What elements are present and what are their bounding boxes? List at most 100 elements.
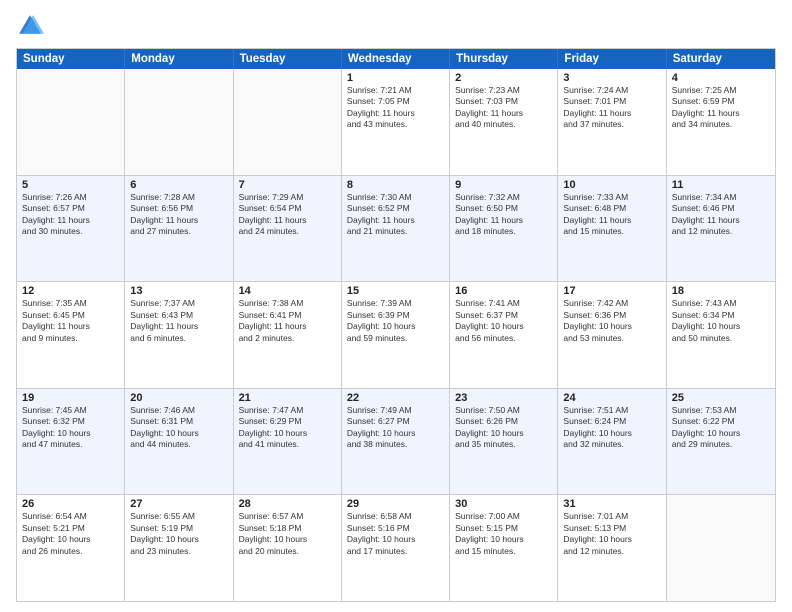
cell-daylight-info: Sunrise: 7:43 AM Sunset: 6:34 PM Dayligh… [672,298,770,344]
day-number: 19 [22,392,119,404]
cal-header-cell: Friday [558,49,666,69]
calendar-cell: 25Sunrise: 7:53 AM Sunset: 6:22 PM Dayli… [667,389,775,495]
day-number: 5 [22,179,119,191]
calendar-week-row: 5Sunrise: 7:26 AM Sunset: 6:57 PM Daylig… [17,175,775,282]
calendar-cell: 22Sunrise: 7:49 AM Sunset: 6:27 PM Dayli… [342,389,450,495]
calendar-week-row: 1Sunrise: 7:21 AM Sunset: 7:05 PM Daylig… [17,69,775,175]
cell-daylight-info: Sunrise: 7:21 AM Sunset: 7:05 PM Dayligh… [347,85,444,131]
calendar-cell: 24Sunrise: 7:51 AM Sunset: 6:24 PM Dayli… [558,389,666,495]
day-number: 9 [455,179,552,191]
day-number: 31 [563,498,660,510]
day-number: 21 [239,392,336,404]
calendar-cell: 30Sunrise: 7:00 AM Sunset: 5:15 PM Dayli… [450,495,558,601]
header [16,12,776,40]
day-number: 23 [455,392,552,404]
day-number: 7 [239,179,336,191]
day-number: 26 [22,498,119,510]
calendar-cell: 21Sunrise: 7:47 AM Sunset: 6:29 PM Dayli… [234,389,342,495]
day-number: 25 [672,392,770,404]
calendar-cell: 17Sunrise: 7:42 AM Sunset: 6:36 PM Dayli… [558,282,666,388]
calendar-cell: 16Sunrise: 7:41 AM Sunset: 6:37 PM Dayli… [450,282,558,388]
calendar-cell: 28Sunrise: 6:57 AM Sunset: 5:18 PM Dayli… [234,495,342,601]
calendar-cell: 5Sunrise: 7:26 AM Sunset: 6:57 PM Daylig… [17,176,125,282]
cal-header-cell: Saturday [667,49,775,69]
calendar-cell: 3Sunrise: 7:24 AM Sunset: 7:01 PM Daylig… [558,69,666,175]
calendar-week-row: 19Sunrise: 7:45 AM Sunset: 6:32 PM Dayli… [17,388,775,495]
day-number: 4 [672,72,770,84]
day-number: 30 [455,498,552,510]
day-number: 18 [672,285,770,297]
cell-daylight-info: Sunrise: 7:35 AM Sunset: 6:45 PM Dayligh… [22,298,119,344]
day-number: 16 [455,285,552,297]
day-number: 27 [130,498,227,510]
calendar-cell: 15Sunrise: 7:39 AM Sunset: 6:39 PM Dayli… [342,282,450,388]
day-number: 24 [563,392,660,404]
cell-daylight-info: Sunrise: 7:30 AM Sunset: 6:52 PM Dayligh… [347,192,444,238]
day-number: 29 [347,498,444,510]
calendar-cell: 4Sunrise: 7:25 AM Sunset: 6:59 PM Daylig… [667,69,775,175]
cell-daylight-info: Sunrise: 7:50 AM Sunset: 6:26 PM Dayligh… [455,405,552,451]
calendar-cell [667,495,775,601]
calendar-cell: 23Sunrise: 7:50 AM Sunset: 6:26 PM Dayli… [450,389,558,495]
day-number: 11 [672,179,770,191]
day-number: 28 [239,498,336,510]
cell-daylight-info: Sunrise: 7:24 AM Sunset: 7:01 PM Dayligh… [563,85,660,131]
cal-header-cell: Thursday [450,49,558,69]
cell-daylight-info: Sunrise: 7:28 AM Sunset: 6:56 PM Dayligh… [130,192,227,238]
cell-daylight-info: Sunrise: 6:55 AM Sunset: 5:19 PM Dayligh… [130,511,227,557]
cell-daylight-info: Sunrise: 7:39 AM Sunset: 6:39 PM Dayligh… [347,298,444,344]
calendar-week-row: 12Sunrise: 7:35 AM Sunset: 6:45 PM Dayli… [17,281,775,388]
cell-daylight-info: Sunrise: 7:25 AM Sunset: 6:59 PM Dayligh… [672,85,770,131]
cell-daylight-info: Sunrise: 7:01 AM Sunset: 5:13 PM Dayligh… [563,511,660,557]
calendar-cell: 27Sunrise: 6:55 AM Sunset: 5:19 PM Dayli… [125,495,233,601]
cal-header-cell: Wednesday [342,49,450,69]
cell-daylight-info: Sunrise: 7:41 AM Sunset: 6:37 PM Dayligh… [455,298,552,344]
calendar-body: 1Sunrise: 7:21 AM Sunset: 7:05 PM Daylig… [17,69,775,601]
calendar-cell [125,69,233,175]
calendar-cell: 9Sunrise: 7:32 AM Sunset: 6:50 PM Daylig… [450,176,558,282]
day-number: 12 [22,285,119,297]
day-number: 22 [347,392,444,404]
cell-daylight-info: Sunrise: 7:46 AM Sunset: 6:31 PM Dayligh… [130,405,227,451]
cell-daylight-info: Sunrise: 6:54 AM Sunset: 5:21 PM Dayligh… [22,511,119,557]
calendar-cell: 26Sunrise: 6:54 AM Sunset: 5:21 PM Dayli… [17,495,125,601]
day-number: 8 [347,179,444,191]
calendar-cell [234,69,342,175]
cell-daylight-info: Sunrise: 6:57 AM Sunset: 5:18 PM Dayligh… [239,511,336,557]
calendar-cell: 12Sunrise: 7:35 AM Sunset: 6:45 PM Dayli… [17,282,125,388]
calendar-cell [17,69,125,175]
cell-daylight-info: Sunrise: 7:53 AM Sunset: 6:22 PM Dayligh… [672,405,770,451]
logo-icon [16,12,44,40]
calendar-cell: 7Sunrise: 7:29 AM Sunset: 6:54 PM Daylig… [234,176,342,282]
calendar-cell: 13Sunrise: 7:37 AM Sunset: 6:43 PM Dayli… [125,282,233,388]
calendar-cell: 31Sunrise: 7:01 AM Sunset: 5:13 PM Dayli… [558,495,666,601]
calendar-cell: 11Sunrise: 7:34 AM Sunset: 6:46 PM Dayli… [667,176,775,282]
day-number: 3 [563,72,660,84]
calendar-cell: 18Sunrise: 7:43 AM Sunset: 6:34 PM Dayli… [667,282,775,388]
calendar-cell: 8Sunrise: 7:30 AM Sunset: 6:52 PM Daylig… [342,176,450,282]
calendar: SundayMondayTuesdayWednesdayThursdayFrid… [16,48,776,602]
cell-daylight-info: Sunrise: 7:51 AM Sunset: 6:24 PM Dayligh… [563,405,660,451]
cell-daylight-info: Sunrise: 7:45 AM Sunset: 6:32 PM Dayligh… [22,405,119,451]
calendar-cell: 14Sunrise: 7:38 AM Sunset: 6:41 PM Dayli… [234,282,342,388]
calendar-cell: 1Sunrise: 7:21 AM Sunset: 7:05 PM Daylig… [342,69,450,175]
cell-daylight-info: Sunrise: 7:29 AM Sunset: 6:54 PM Dayligh… [239,192,336,238]
day-number: 14 [239,285,336,297]
calendar-cell: 10Sunrise: 7:33 AM Sunset: 6:48 PM Dayli… [558,176,666,282]
cell-daylight-info: Sunrise: 7:42 AM Sunset: 6:36 PM Dayligh… [563,298,660,344]
page: SundayMondayTuesdayWednesdayThursdayFrid… [0,0,792,612]
cell-daylight-info: Sunrise: 7:33 AM Sunset: 6:48 PM Dayligh… [563,192,660,238]
calendar-cell: 6Sunrise: 7:28 AM Sunset: 6:56 PM Daylig… [125,176,233,282]
cell-daylight-info: Sunrise: 7:23 AM Sunset: 7:03 PM Dayligh… [455,85,552,131]
day-number: 15 [347,285,444,297]
day-number: 10 [563,179,660,191]
day-number: 1 [347,72,444,84]
cell-daylight-info: Sunrise: 7:34 AM Sunset: 6:46 PM Dayligh… [672,192,770,238]
cell-daylight-info: Sunrise: 7:00 AM Sunset: 5:15 PM Dayligh… [455,511,552,557]
calendar-cell: 29Sunrise: 6:58 AM Sunset: 5:16 PM Dayli… [342,495,450,601]
cell-daylight-info: Sunrise: 7:32 AM Sunset: 6:50 PM Dayligh… [455,192,552,238]
logo [16,12,46,40]
calendar-header-row: SundayMondayTuesdayWednesdayThursdayFrid… [17,49,775,69]
cell-daylight-info: Sunrise: 7:37 AM Sunset: 6:43 PM Dayligh… [130,298,227,344]
cal-header-cell: Tuesday [234,49,342,69]
